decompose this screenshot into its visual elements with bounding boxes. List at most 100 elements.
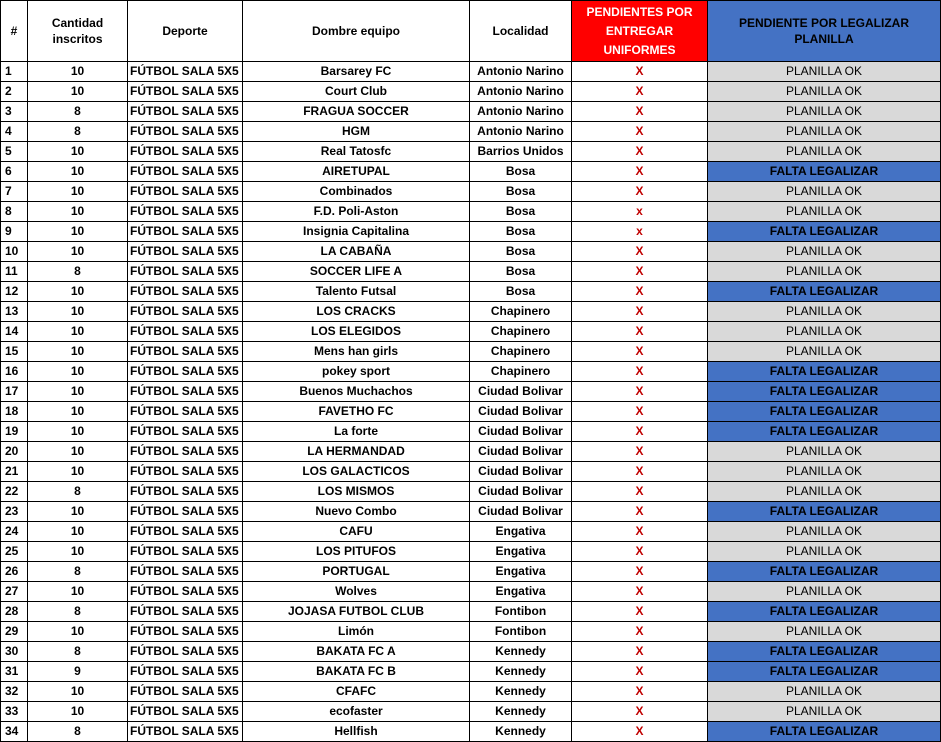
cell-localidad[interactable]: Bosa bbox=[469, 241, 572, 262]
cell-cantidad[interactable]: 10 bbox=[27, 241, 128, 262]
cell-cantidad[interactable]: 10 bbox=[27, 581, 128, 602]
cell-estado-planilla[interactable]: FALTA LEGALIZAR bbox=[707, 601, 941, 622]
cell-localidad[interactable]: Antonio Narino bbox=[469, 121, 572, 142]
cell-equipo[interactable]: Barsarey FC bbox=[242, 61, 470, 82]
cell-pendiente-uniformes[interactable]: X bbox=[571, 381, 708, 402]
cell-equipo[interactable]: LOS MISMOS bbox=[242, 481, 470, 502]
cell-pendiente-uniformes[interactable]: X bbox=[571, 521, 708, 542]
cell-localidad[interactable]: Bosa bbox=[469, 221, 572, 242]
cell-equipo[interactable]: FAVETHO FC bbox=[242, 401, 470, 422]
cell-num[interactable]: 25 bbox=[0, 541, 28, 562]
cell-equipo[interactable]: LOS PITUFOS bbox=[242, 541, 470, 562]
cell-num[interactable]: 20 bbox=[0, 441, 28, 462]
cell-estado-planilla[interactable]: FALTA LEGALIZAR bbox=[707, 421, 941, 442]
cell-num[interactable]: 7 bbox=[0, 181, 28, 202]
cell-cantidad[interactable]: 10 bbox=[27, 181, 128, 202]
cell-estado-planilla[interactable]: PLANILLA OK bbox=[707, 61, 941, 82]
cell-deporte[interactable]: FÚTBOL SALA 5X5 bbox=[127, 241, 243, 262]
cell-equipo[interactable]: SOCCER LIFE A bbox=[242, 261, 470, 282]
cell-pendiente-uniformes[interactable]: X bbox=[571, 421, 708, 442]
cell-cantidad[interactable]: 8 bbox=[27, 601, 128, 622]
cell-deporte[interactable]: FÚTBOL SALA 5X5 bbox=[127, 681, 243, 702]
cell-cantidad[interactable]: 8 bbox=[27, 481, 128, 502]
cell-num[interactable]: 2 bbox=[0, 81, 28, 102]
cell-pendiente-uniformes[interactable]: X bbox=[571, 281, 708, 302]
cell-num[interactable]: 23 bbox=[0, 501, 28, 522]
cell-pendiente-uniformes[interactable]: X bbox=[571, 501, 708, 522]
cell-equipo[interactable]: Hellfish bbox=[242, 721, 470, 742]
cell-deporte[interactable]: FÚTBOL SALA 5X5 bbox=[127, 81, 243, 102]
cell-equipo[interactable]: HGM bbox=[242, 121, 470, 142]
cell-deporte[interactable]: FÚTBOL SALA 5X5 bbox=[127, 541, 243, 562]
cell-localidad[interactable]: Antonio Narino bbox=[469, 101, 572, 122]
cell-localidad[interactable]: Chapinero bbox=[469, 321, 572, 342]
cell-localidad[interactable]: Antonio Narino bbox=[469, 81, 572, 102]
cell-num[interactable]: 18 bbox=[0, 401, 28, 422]
cell-equipo[interactable]: LA CABAÑA bbox=[242, 241, 470, 262]
cell-pendiente-uniformes[interactable]: X bbox=[571, 141, 708, 162]
cell-cantidad[interactable]: 10 bbox=[27, 221, 128, 242]
cell-estado-planilla[interactable]: PLANILLA OK bbox=[707, 461, 941, 482]
cell-pendiente-uniformes[interactable]: X bbox=[571, 161, 708, 182]
cell-localidad[interactable]: Kennedy bbox=[469, 721, 572, 742]
cell-num[interactable]: 22 bbox=[0, 481, 28, 502]
cell-estado-planilla[interactable]: PLANILLA OK bbox=[707, 101, 941, 122]
cell-localidad[interactable]: Ciudad Bolivar bbox=[469, 401, 572, 422]
cell-cantidad[interactable]: 10 bbox=[27, 281, 128, 302]
cell-localidad[interactable]: Engativa bbox=[469, 521, 572, 542]
cell-pendiente-uniformes[interactable]: X bbox=[571, 701, 708, 722]
cell-cantidad[interactable]: 10 bbox=[27, 681, 128, 702]
cell-deporte[interactable]: FÚTBOL SALA 5X5 bbox=[127, 281, 243, 302]
cell-cantidad[interactable]: 8 bbox=[27, 261, 128, 282]
cell-deporte[interactable]: FÚTBOL SALA 5X5 bbox=[127, 361, 243, 382]
cell-deporte[interactable]: FÚTBOL SALA 5X5 bbox=[127, 261, 243, 282]
cell-equipo[interactable]: ecofaster bbox=[242, 701, 470, 722]
cell-cantidad[interactable]: 10 bbox=[27, 361, 128, 382]
cell-deporte[interactable]: FÚTBOL SALA 5X5 bbox=[127, 521, 243, 542]
cell-deporte[interactable]: FÚTBOL SALA 5X5 bbox=[127, 701, 243, 722]
cell-localidad[interactable]: Engativa bbox=[469, 561, 572, 582]
cell-estado-planilla[interactable]: PLANILLA OK bbox=[707, 121, 941, 142]
cell-estado-planilla[interactable]: PLANILLA OK bbox=[707, 481, 941, 502]
cell-deporte[interactable]: FÚTBOL SALA 5X5 bbox=[127, 121, 243, 142]
cell-localidad[interactable]: Antonio Narino bbox=[469, 61, 572, 82]
cell-localidad[interactable]: Bosa bbox=[469, 201, 572, 222]
cell-pendiente-uniformes[interactable]: X bbox=[571, 721, 708, 742]
cell-localidad[interactable]: Chapinero bbox=[469, 341, 572, 362]
cell-cantidad[interactable]: 10 bbox=[27, 421, 128, 442]
cell-deporte[interactable]: FÚTBOL SALA 5X5 bbox=[127, 461, 243, 482]
cell-pendiente-uniformes[interactable]: X bbox=[571, 561, 708, 582]
cell-cantidad[interactable]: 10 bbox=[27, 501, 128, 522]
cell-estado-planilla[interactable]: FALTA LEGALIZAR bbox=[707, 221, 941, 242]
cell-estado-planilla[interactable]: PLANILLA OK bbox=[707, 521, 941, 542]
cell-num[interactable]: 4 bbox=[0, 121, 28, 142]
cell-cantidad[interactable]: 8 bbox=[27, 121, 128, 142]
cell-estado-planilla[interactable]: FALTA LEGALIZAR bbox=[707, 381, 941, 402]
cell-localidad[interactable]: Ciudad Bolivar bbox=[469, 501, 572, 522]
cell-num[interactable]: 29 bbox=[0, 621, 28, 642]
cell-pendiente-uniformes[interactable]: X bbox=[571, 241, 708, 262]
cell-estado-planilla[interactable]: PLANILLA OK bbox=[707, 241, 941, 262]
cell-equipo[interactable]: PORTUGAL bbox=[242, 561, 470, 582]
cell-pendiente-uniformes[interactable]: X bbox=[571, 481, 708, 502]
cell-num[interactable]: 12 bbox=[0, 281, 28, 302]
header-nombre-equipo[interactable]: Dombre equipo bbox=[242, 0, 470, 62]
cell-estado-planilla[interactable]: FALTA LEGALIZAR bbox=[707, 661, 941, 682]
cell-deporte[interactable]: FÚTBOL SALA 5X5 bbox=[127, 181, 243, 202]
cell-pendiente-uniformes[interactable]: X bbox=[571, 301, 708, 322]
cell-cantidad[interactable]: 10 bbox=[27, 81, 128, 102]
cell-deporte[interactable]: FÚTBOL SALA 5X5 bbox=[127, 321, 243, 342]
cell-num[interactable]: 17 bbox=[0, 381, 28, 402]
cell-localidad[interactable]: Kennedy bbox=[469, 661, 572, 682]
cell-deporte[interactable]: FÚTBOL SALA 5X5 bbox=[127, 721, 243, 742]
cell-deporte[interactable]: FÚTBOL SALA 5X5 bbox=[127, 601, 243, 622]
cell-estado-planilla[interactable]: FALTA LEGALIZAR bbox=[707, 721, 941, 742]
cell-deporte[interactable]: FÚTBOL SALA 5X5 bbox=[127, 441, 243, 462]
cell-cantidad[interactable]: 10 bbox=[27, 321, 128, 342]
cell-localidad[interactable]: Ciudad Bolivar bbox=[469, 421, 572, 442]
cell-num[interactable]: 32 bbox=[0, 681, 28, 702]
cell-cantidad[interactable]: 10 bbox=[27, 341, 128, 362]
cell-cantidad[interactable]: 8 bbox=[27, 101, 128, 122]
cell-estado-planilla[interactable]: PLANILLA OK bbox=[707, 681, 941, 702]
cell-equipo[interactable]: CFAFC bbox=[242, 681, 470, 702]
